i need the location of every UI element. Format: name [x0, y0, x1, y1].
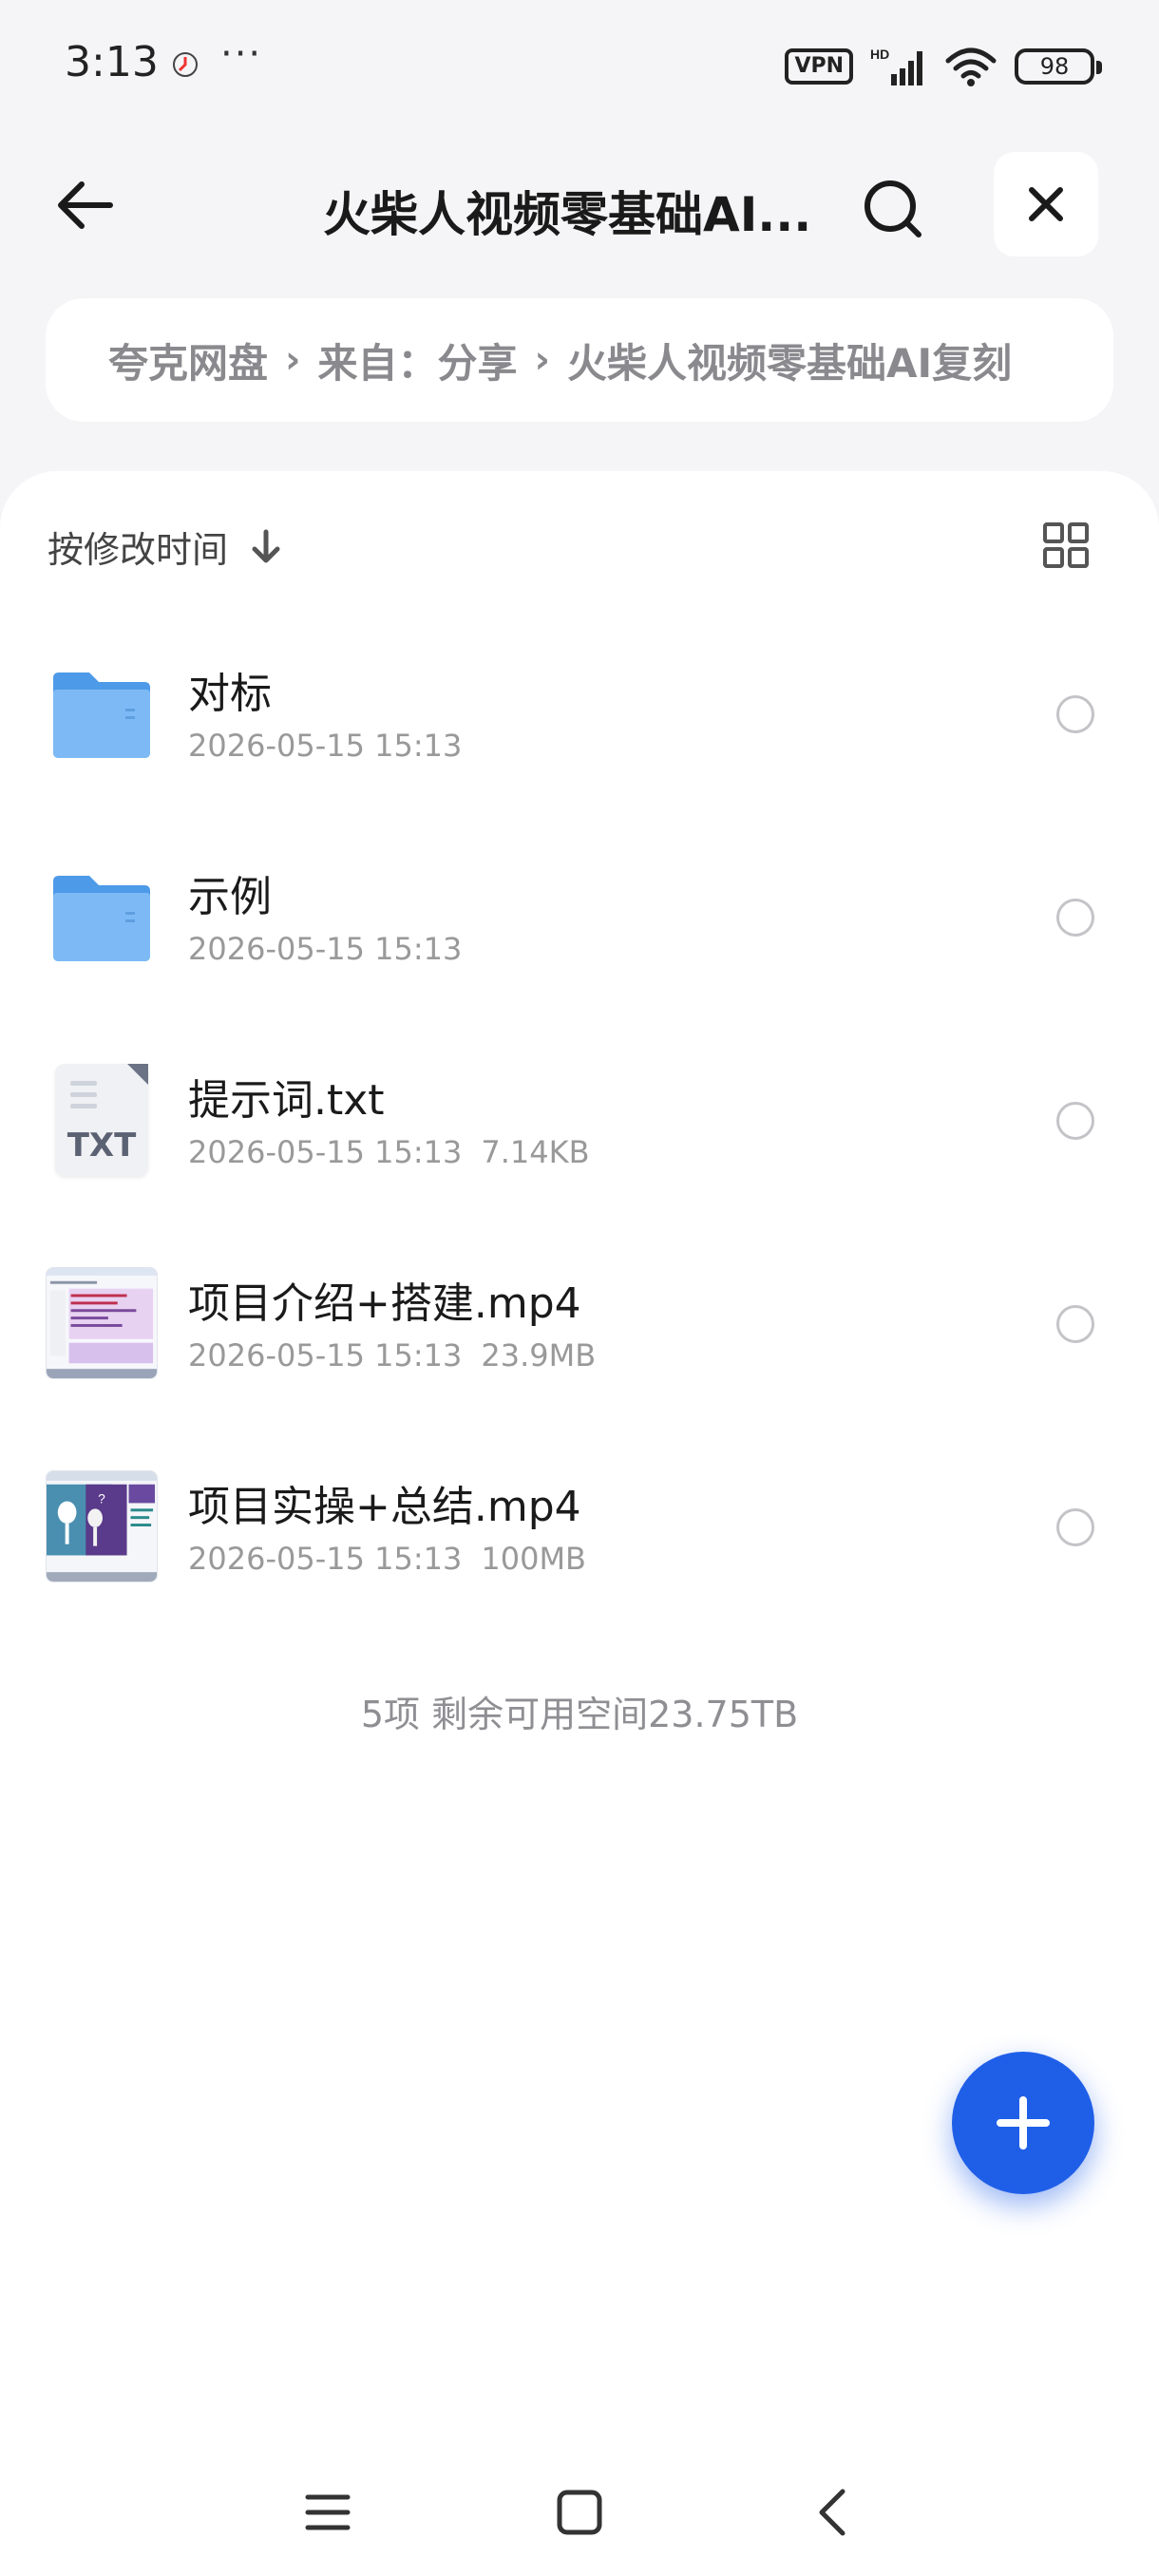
video-thumbnail: ? [46, 1470, 158, 1582]
back-button[interactable] [46, 167, 122, 243]
file-name: 提示词.txt [188, 1076, 385, 1125]
add-button[interactable] [952, 2052, 1094, 2194]
select-checkbox[interactable] [1056, 899, 1094, 937]
system-nav-bar [0, 2460, 1159, 2555]
file-meta: 2026-05-15 15:13 [188, 728, 481, 764]
file-date: 2026-05-15 15:13 [188, 1134, 463, 1170]
status-more-dots: ··· [220, 32, 263, 76]
video-preview-image [46, 1267, 158, 1379]
recents-button[interactable] [294, 2479, 361, 2546]
file-row[interactable]: 对标 2026-05-15 15:13 [0, 638, 1159, 790]
file-size: 7.14KB [481, 1134, 590, 1170]
video-preview-image: ? [46, 1470, 158, 1582]
menu-icon [305, 2494, 351, 2530]
search-icon [864, 180, 922, 237]
file-meta: 2026-05-15 15:13 100MB [188, 1541, 586, 1577]
system-back-button[interactable] [798, 2479, 864, 2546]
file-date: 2026-05-15 15:13 [188, 931, 463, 967]
back-chevron-icon [819, 2489, 846, 2536]
file-meta: 2026-05-15 15:13 7.14KB [188, 1134, 590, 1170]
file-name: 项目介绍+搭建.mp4 [188, 1279, 581, 1328]
home-button[interactable] [546, 2479, 613, 2546]
breadcrumb-item[interactable]: 来自：分享 [318, 331, 518, 389]
close-icon [1029, 187, 1063, 221]
battery-indicator: 98 [1015, 48, 1102, 85]
wifi-icon [945, 47, 997, 86]
breadcrumb-item[interactable]: 火柴人视频零基础AI复刻 [567, 331, 1012, 389]
app-screen: 3:13 ··· VPN HD 98 火柴人视频零基础AI... 夸克网盘 › … [0, 0, 1159, 2576]
video-thumbnail [46, 1267, 158, 1379]
vpn-badge: VPN [785, 48, 853, 85]
file-meta: 2026-05-15 15:13 23.9MB [188, 1337, 596, 1373]
storage-summary: 5项 剩余可用空间23.75TB [360, 1694, 799, 1735]
file-name: 项目实操+总结.mp4 [188, 1483, 581, 1531]
select-checkbox[interactable] [1056, 1102, 1094, 1140]
folder-icon [53, 876, 150, 961]
search-button[interactable] [855, 171, 931, 247]
sort-button[interactable]: 按修改时间 [48, 521, 283, 573]
svg-text:?: ? [98, 1491, 105, 1506]
file-date: 2026-05-15 15:13 [188, 728, 463, 764]
page-title: 火柴人视频零基础AI... [323, 187, 812, 242]
select-checkbox[interactable] [1056, 1508, 1094, 1546]
home-icon [557, 2490, 602, 2535]
breadcrumb-item[interactable]: 夸克网盘 [108, 331, 268, 389]
breadcrumb-separator-icon: › [534, 338, 550, 382]
file-date: 2026-05-15 15:13 [188, 1337, 463, 1373]
signal-icon: HD [870, 47, 922, 85]
txt-thumbnail: TXT [46, 1064, 158, 1176]
select-checkbox[interactable] [1056, 695, 1094, 733]
status-indicators: VPN HD 98 [785, 44, 1102, 89]
breadcrumb: 夸克网盘 › 来自：分享 › 火柴人视频零基础AI复刻 [46, 298, 1113, 422]
folder-thumbnail [46, 657, 158, 769]
file-size: 23.9MB [481, 1337, 597, 1373]
close-button[interactable] [994, 152, 1098, 256]
breadcrumb-separator-icon: › [285, 338, 301, 382]
file-name: 示例 [188, 873, 272, 921]
file-size: 100MB [481, 1541, 586, 1577]
svg-text:HD: HD [870, 47, 889, 62]
folder-icon [53, 672, 150, 758]
file-date: 2026-05-15 15:13 [188, 1541, 463, 1577]
status-bar: 3:13 ··· VPN HD 98 [0, 0, 1159, 133]
folder-thumbnail [46, 861, 158, 973]
grid-view-icon[interactable] [1039, 519, 1092, 572]
file-row[interactable]: 项目介绍+搭建.mp4 2026-05-15 15:13 23.9MB [0, 1248, 1159, 1400]
status-time: 3:13 [65, 38, 159, 86]
app-notification-icon [173, 52, 198, 77]
txt-label: TXT [66, 1127, 137, 1165]
select-checkbox[interactable] [1056, 1305, 1094, 1343]
txt-file-icon: TXT [55, 1064, 148, 1176]
file-name: 对标 [188, 670, 272, 718]
file-row[interactable]: ? 项目实操+总结.mp4 2026-05-15 15:13 100MB [0, 1451, 1159, 1603]
file-meta: 2026-05-15 15:13 [188, 931, 481, 967]
file-row[interactable]: TXT 提示词.txt 2026-05-15 15:13 7.14KB [0, 1045, 1159, 1197]
sort-down-icon [252, 529, 280, 562]
file-list-sheet: 按修改时间 对标 2026-05-15 15:13 示例 2026-05-15 … [0, 471, 1159, 2576]
plus-icon [997, 2096, 1050, 2150]
file-row[interactable]: 示例 2026-05-15 15:13 [0, 842, 1159, 994]
sort-label: 按修改时间 [48, 529, 229, 571]
top-nav: 火柴人视频零基础AI... [0, 142, 1159, 268]
back-arrow-icon [58, 181, 113, 229]
